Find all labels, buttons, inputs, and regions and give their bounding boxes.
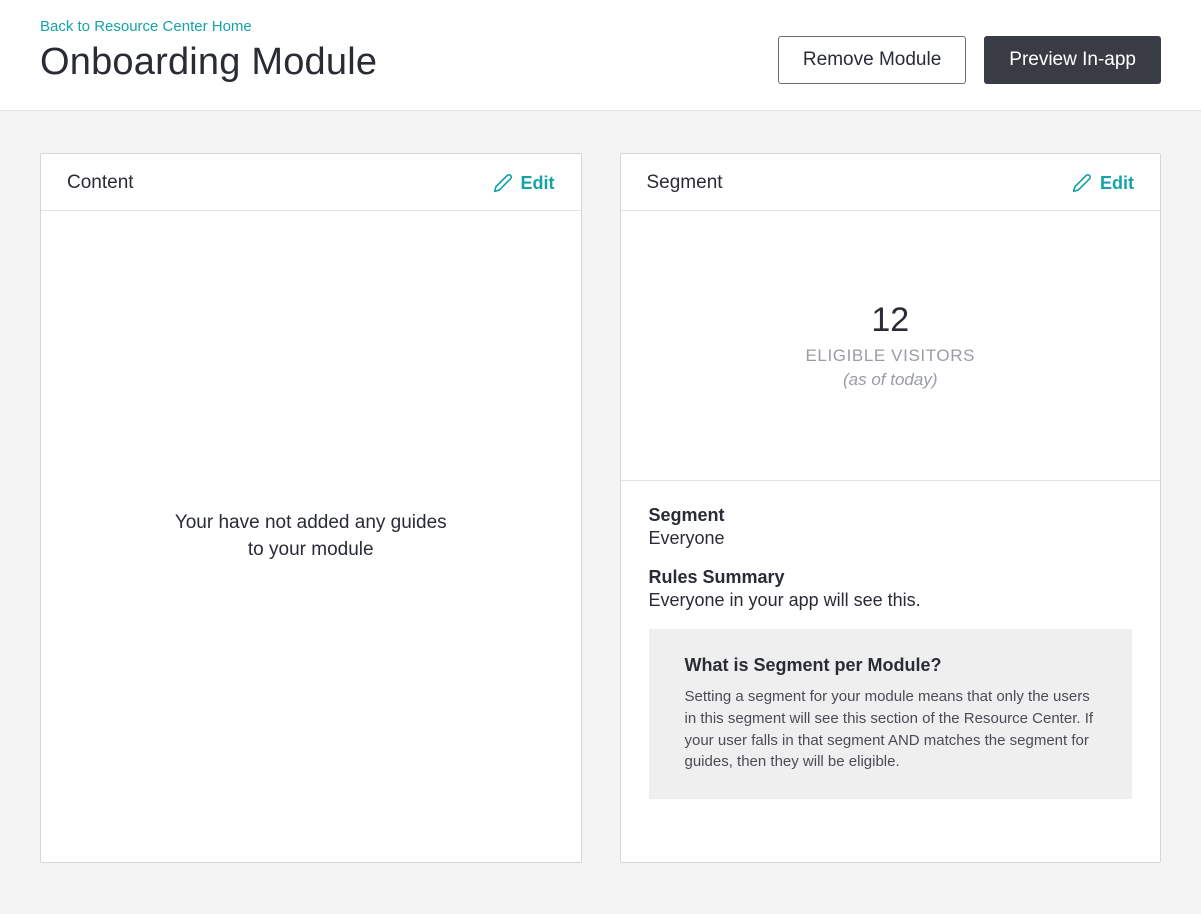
content-card: Content Edit Your have not added any gui…	[40, 153, 582, 863]
info-box: What is Segment per Module? Setting a se…	[649, 629, 1133, 799]
eligible-visitors-stat: 12 ELIGIBLE VISITORS (as of today)	[621, 211, 1161, 481]
info-text: Setting a segment for your module means …	[685, 686, 1101, 773]
segment-card: Segment Edit 12 ELIGIBLE VISITORS (as of…	[620, 153, 1162, 863]
remove-module-button[interactable]: Remove Module	[778, 36, 966, 84]
pencil-icon	[1072, 173, 1092, 193]
header-left: Back to Resource Center Home Onboarding …	[40, 18, 377, 84]
preview-in-app-button[interactable]: Preview In-app	[984, 36, 1161, 84]
segment-card-title: Segment	[647, 172, 723, 194]
stat-sub: (as of today)	[641, 370, 1141, 390]
header-actions: Remove Module Preview In-app	[778, 36, 1161, 84]
empty-line-1: Your have not added any guides	[175, 512, 447, 533]
rules-value: Everyone in your app will see this.	[649, 590, 1133, 611]
info-title: What is Segment per Module?	[685, 655, 1101, 676]
stat-number: 12	[641, 301, 1141, 340]
segment-card-header: Segment Edit	[621, 154, 1161, 211]
back-link[interactable]: Back to Resource Center Home	[40, 18, 377, 35]
content-card-header: Content Edit	[41, 154, 581, 211]
segment-details: Segment Everyone Rules Summary Everyone …	[621, 481, 1161, 827]
segment-value: Everyone	[649, 528, 1133, 549]
segment-label: Segment	[649, 505, 1133, 526]
content-card-title: Content	[67, 172, 134, 194]
content-empty-state: Your have not added any guides to your m…	[41, 211, 581, 862]
pencil-icon	[493, 173, 513, 193]
page-header: Back to Resource Center Home Onboarding …	[0, 0, 1201, 111]
page-title: Onboarding Module	[40, 41, 377, 84]
content-edit-button[interactable]: Edit	[493, 173, 555, 194]
segment-edit-button[interactable]: Edit	[1072, 173, 1134, 194]
segment-body: 12 ELIGIBLE VISITORS (as of today) Segme…	[621, 211, 1161, 862]
rules-label: Rules Summary	[649, 567, 1133, 588]
segment-edit-label: Edit	[1100, 173, 1134, 194]
empty-line-2: to your module	[248, 539, 374, 560]
content-edit-label: Edit	[521, 173, 555, 194]
main-area: Content Edit Your have not added any gui…	[0, 111, 1201, 905]
stat-label: ELIGIBLE VISITORS	[641, 346, 1141, 366]
